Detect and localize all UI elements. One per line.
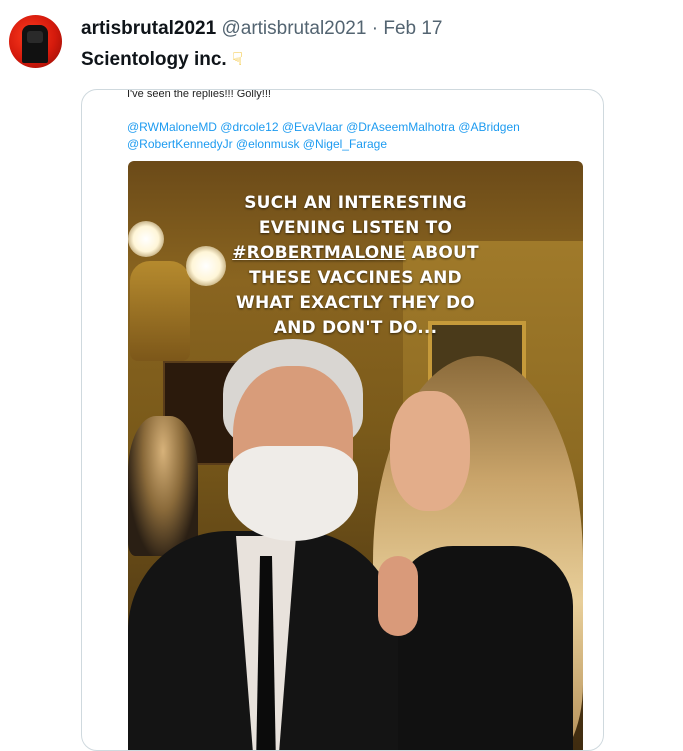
caption-line: THESE VACCINES AND xyxy=(249,268,462,288)
caption-line: #ROBERTMALONE ABOUT xyxy=(128,241,583,266)
display-name[interactable]: artisbrutal2021 xyxy=(81,18,216,39)
screenshot-top-text: I've seen the replies!!! Golly!!! xyxy=(127,89,271,100)
photo-woman-face xyxy=(390,391,470,511)
pointing-down-icon: ☟ xyxy=(231,49,243,69)
mentions-line-1: @RWMaloneMD @drcole12 @EvaVlaar @DrAseem… xyxy=(127,120,520,134)
caption-line: WHAT EXACTLY THEY DO xyxy=(236,293,475,313)
user-handle[interactable]: @artisbrutal2021 xyxy=(221,18,366,39)
embedded-image-card[interactable]: I've seen the replies!!! Golly!!! @RWMal… xyxy=(81,89,604,751)
caption-line: AND DON'T DO... xyxy=(273,318,438,338)
tweet-date[interactable]: Feb 17 xyxy=(383,18,442,39)
tweet-text: Scientology inc. ☟ xyxy=(81,47,243,72)
caption-line: SUCH AN INTERESTING xyxy=(244,193,467,213)
tweet-header: artisbrutal2021 @artisbrutal2021 · Feb 1… xyxy=(81,17,443,41)
image-caption: SUCH AN INTERESTING EVENING LISTEN TO #R… xyxy=(128,191,583,341)
event-photo[interactable]: SUCH AN INTERESTING EVENING LISTEN TO #R… xyxy=(128,161,583,750)
caption-text: ABOUT xyxy=(405,243,479,263)
avatar[interactable] xyxy=(9,15,62,68)
photo-hand xyxy=(378,556,418,636)
photo-background-person xyxy=(128,416,198,556)
photo-woman-dress xyxy=(393,546,573,750)
avatar-figure xyxy=(22,25,48,63)
caption-line: EVENING LISTEN TO xyxy=(258,218,453,238)
separator-dot: · xyxy=(371,18,379,39)
mentions-line-2: @RobertKennedyJr @elonmusk @Nigel_Farage xyxy=(127,137,387,151)
caption-hashtag: #ROBERTMALONE xyxy=(232,243,406,263)
mention-list: @RWMaloneMD @drcole12 @EvaVlaar @DrAseem… xyxy=(127,119,587,153)
tweet-body: Scientology inc. xyxy=(81,49,227,70)
photo-man-beard xyxy=(228,446,358,541)
